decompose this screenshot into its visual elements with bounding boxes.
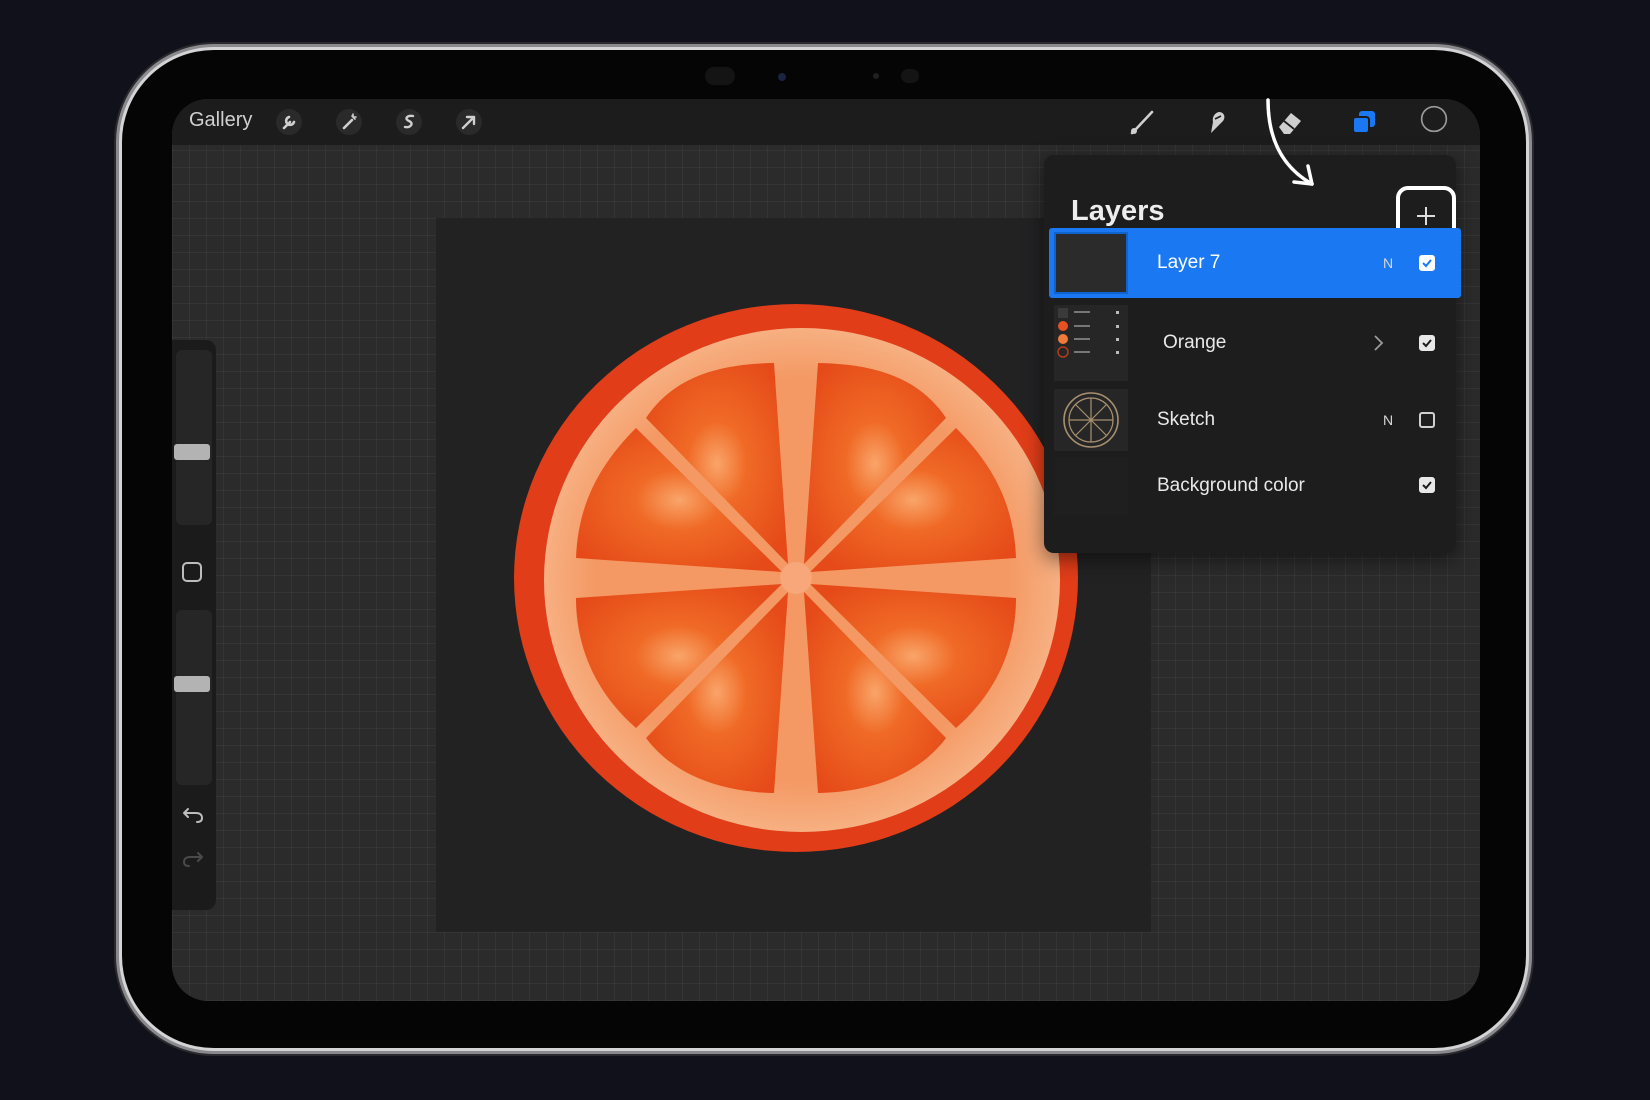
- layers-panel: Layers Layer 7 N Orange Sketch N Backgro…: [1044, 155, 1461, 553]
- layers-title: Layers: [1071, 195, 1165, 227]
- visibility-checkbox[interactable]: [1419, 255, 1435, 271]
- annotation-arrow-icon: [1266, 98, 1314, 186]
- orange-slice-artwork: [514, 304, 1078, 852]
- volume-button: [222, 45, 274, 49]
- brush-size-thumb[interactable]: [174, 444, 210, 460]
- selection-icon[interactable]: [395, 108, 423, 136]
- opacity-thumb[interactable]: [174, 676, 210, 692]
- layer-thumbnail: [1054, 389, 1128, 451]
- wrench-icon[interactable]: [275, 108, 303, 136]
- smudge-icon[interactable]: [1202, 108, 1230, 136]
- layer-thumbnail: [1054, 232, 1128, 294]
- undo-icon[interactable]: [181, 803, 205, 827]
- layer-name: Sketch: [1157, 409, 1216, 430]
- gallery-button[interactable]: Gallery: [189, 109, 252, 132]
- left-sidebar: [172, 340, 216, 910]
- volume-button: [286, 45, 338, 49]
- visibility-checkbox[interactable]: [1419, 335, 1435, 351]
- visibility-checkbox[interactable]: [1419, 412, 1435, 428]
- layer-name: Background color: [1157, 475, 1305, 496]
- color-swatch[interactable]: [1420, 105, 1454, 139]
- background-color-thumbnail: [1054, 457, 1128, 515]
- app-screen: Gallery Layers Layer 7 N Orange Sketch N…: [172, 99, 1480, 1001]
- layer-name: Layer 7: [1157, 252, 1221, 273]
- chevron-right-icon[interactable]: [1371, 334, 1385, 352]
- layer-name: Orange: [1163, 332, 1227, 353]
- layer-group-thumbnail: [1054, 305, 1128, 381]
- magic-wand-icon[interactable]: [335, 108, 363, 136]
- blend-mode[interactable]: N: [1383, 412, 1393, 428]
- camera-bar: [705, 67, 925, 87]
- transform-arrow-icon[interactable]: [455, 108, 483, 136]
- opacity-slider[interactable]: [174, 610, 212, 785]
- layer-row-layer-7[interactable]: Layer 7 N: [1049, 228, 1461, 298]
- layer-row-orange[interactable]: Orange: [1049, 301, 1461, 381]
- layer-row-sketch[interactable]: Sketch N: [1049, 385, 1461, 455]
- layer-row-background-color[interactable]: Background color: [1049, 457, 1461, 515]
- blend-mode[interactable]: N: [1383, 255, 1393, 271]
- modify-button[interactable]: [182, 562, 202, 582]
- visibility-checkbox[interactable]: [1419, 477, 1435, 493]
- brush-icon[interactable]: [1128, 108, 1156, 136]
- layers-icon[interactable]: [1350, 108, 1378, 136]
- plus-icon: [1417, 207, 1435, 225]
- redo-icon[interactable]: [181, 847, 205, 871]
- brush-size-slider[interactable]: [174, 350, 212, 525]
